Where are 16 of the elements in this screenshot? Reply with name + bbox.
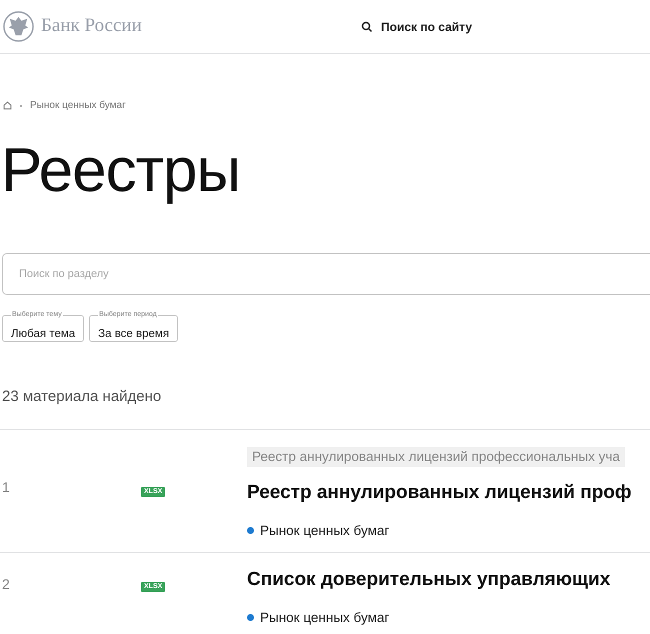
page-title: Реестры (0, 135, 242, 207)
result-number: 2 (1, 574, 11, 594)
section-label: Реестр аннулированных лицензий профессиональных уча (247, 446, 625, 466)
emblem-logo-icon[interactable] (3, 11, 34, 42)
result-title[interactable]: Список доверительных управляющих (247, 568, 650, 592)
separator-dot-icon (20, 104, 22, 106)
section-search-field[interactable]: Поиск по разделу (2, 253, 650, 295)
topic-link[interactable]: Рынок ценных бумаг (260, 608, 390, 628)
search-icon (361, 20, 374, 32)
result-title[interactable]: Реестр аннулированных лицензий проф (247, 480, 650, 504)
topic-link[interactable]: Рынок ценных бумаг (260, 520, 390, 541)
result-number: 1 (1, 478, 11, 496)
results-count: 23 материала найдено (1, 387, 162, 407)
home-icon[interactable] (3, 101, 12, 110)
breadcrumb-link[interactable]: Рынок ценных бумаг (30, 98, 126, 113)
site-search-link[interactable]: Поиск по сайту (361, 18, 472, 36)
